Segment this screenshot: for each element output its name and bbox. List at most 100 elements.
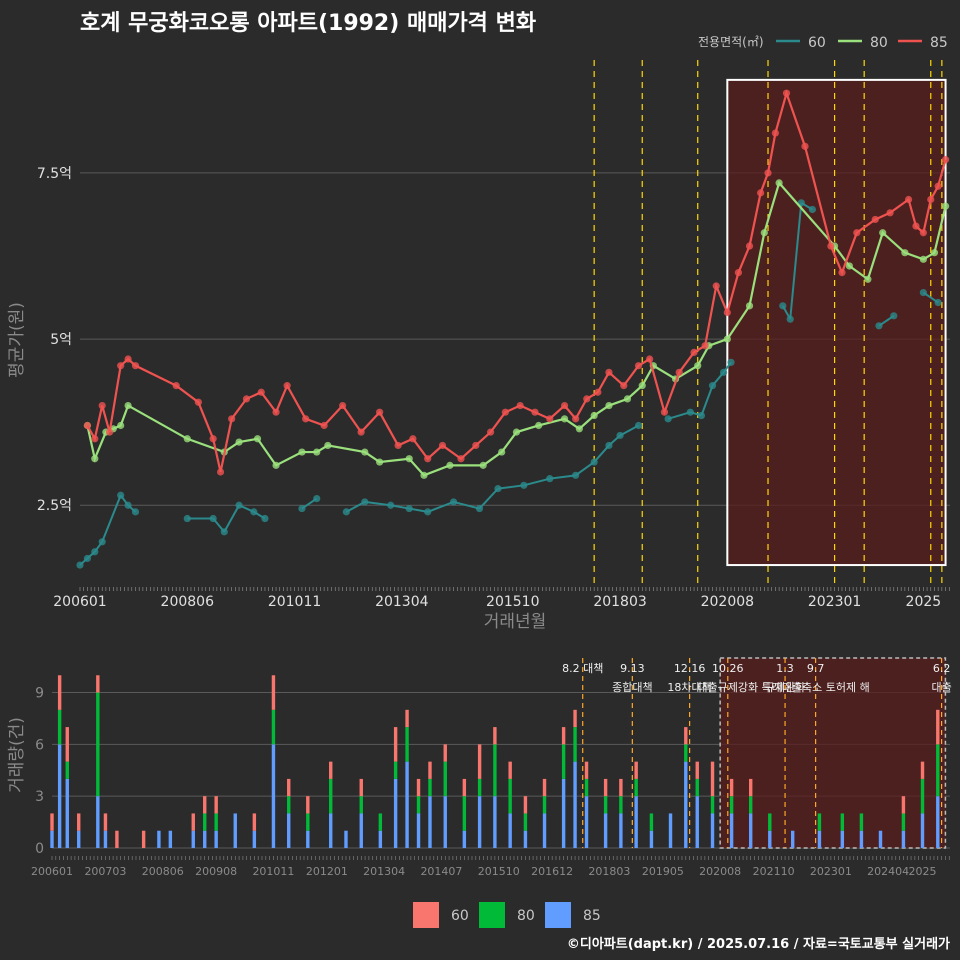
point-85 — [605, 368, 613, 376]
volume-bar-80 — [768, 813, 772, 831]
point-80 — [590, 411, 598, 420]
price-y-tick-label: 7.5억 — [37, 166, 72, 182]
point-80 — [775, 179, 783, 187]
point-85 — [320, 421, 328, 430]
point-80 — [91, 455, 99, 463]
price-y-ticks: 2.5억 5억 7.5억 — [37, 166, 72, 514]
volume-bar-85 — [157, 830, 161, 848]
price-x-tick-label: 200601 — [53, 594, 106, 610]
point-60 — [342, 508, 350, 516]
point-80 — [901, 249, 909, 257]
volume-x-tick-label: 201612 — [531, 865, 573, 878]
point-85 — [339, 401, 347, 410]
volume-bar-60 — [141, 830, 146, 848]
volume-bar-80 — [542, 796, 547, 814]
point-85 — [620, 382, 628, 390]
point-85 — [91, 435, 99, 443]
volume-bar-85 — [191, 830, 195, 848]
volume-legend-label-85: 85 — [583, 908, 601, 924]
point-85 — [853, 229, 861, 237]
point-85 — [757, 189, 765, 197]
volume-bar-60 — [584, 761, 589, 779]
point-85 — [283, 382, 291, 390]
point-60 — [261, 514, 269, 523]
price-y-tick-label: 5억 — [50, 332, 72, 348]
point-60 — [720, 368, 728, 376]
volume-x-tick-label: 202301 — [810, 865, 852, 878]
volume-bar-85 — [859, 830, 864, 848]
volume-bar-60 — [359, 778, 363, 797]
point-80 — [930, 249, 939, 257]
point-85 — [376, 408, 384, 416]
volume-bar-85 — [103, 830, 108, 848]
volume-bar-60 — [50, 813, 54, 831]
point-80 — [694, 362, 702, 370]
volume-x-tick-label: 201905 — [642, 865, 684, 878]
volume-bar-85 — [359, 813, 363, 848]
series-segment-60 — [101, 494, 122, 543]
volume-bar-85 — [584, 796, 589, 848]
price-x-tick-label: 200806 — [161, 594, 215, 610]
point-80 — [376, 458, 384, 466]
point-85 — [827, 242, 835, 250]
price-panel: 2.5억 5억 7.5억 200601 200806 201011 201304 20151… — [37, 60, 950, 610]
volume-y-tick-label: 9 — [35, 686, 44, 702]
volume-bar-85 — [271, 744, 276, 848]
event-label-date: 12.16 — [674, 662, 706, 675]
volume-bar-80 — [584, 778, 589, 797]
volume-bar-85 — [817, 830, 822, 848]
point-60 — [235, 501, 243, 509]
volume-bar-80 — [508, 778, 512, 814]
volume-bar-85 — [57, 744, 62, 848]
volume-bar-80 — [936, 744, 940, 797]
volume-y-tick-label: 3 — [35, 789, 44, 805]
point-60 — [808, 205, 816, 214]
volume-bar-60 — [103, 813, 108, 831]
volume-bar-60 — [561, 727, 566, 745]
point-60 — [405, 504, 413, 513]
point-60 — [546, 475, 554, 483]
point-85 — [912, 222, 920, 230]
volume-bar-60 — [428, 761, 432, 779]
volume-bar-80 — [573, 727, 577, 762]
event-label-date: 10.26 — [712, 662, 744, 675]
point-80 — [745, 302, 754, 310]
point-80 — [535, 421, 543, 430]
volume-bar-60 — [684, 727, 688, 745]
volume-bar-80 — [477, 778, 482, 797]
point-85 — [701, 342, 709, 350]
point-85 — [272, 408, 280, 416]
point-85 — [646, 355, 654, 363]
point-85 — [228, 415, 236, 423]
point-80 — [235, 438, 243, 446]
volume-bar-80 — [405, 727, 409, 762]
volume-bar-60 — [252, 813, 257, 831]
volume-bar-60 — [619, 778, 623, 797]
point-60 — [298, 504, 306, 513]
volume-x-tick-label: 201201 — [306, 865, 348, 878]
volume-bar-85 — [393, 778, 398, 848]
point-80 — [941, 202, 950, 210]
volume-bar-80 — [443, 761, 447, 797]
point-80 — [723, 335, 731, 343]
volume-bar-85 — [619, 813, 623, 848]
event-label-date: 8.2 대책 — [562, 662, 603, 675]
volume-bar-80 — [203, 813, 207, 831]
volume-legend-label-60: 60 — [451, 908, 469, 924]
point-60 — [131, 508, 140, 516]
volume-bar-80 — [840, 813, 845, 831]
volume-bar-60 — [306, 796, 310, 814]
series-segment-60 — [223, 504, 240, 533]
volume-bar-85 — [306, 830, 310, 848]
point-85 — [583, 395, 591, 403]
point-85 — [131, 362, 140, 370]
volume-bar-80 — [817, 813, 822, 831]
volume-x-tick-label: 201510 — [478, 865, 520, 878]
point-60 — [664, 415, 672, 423]
volume-bar-85 — [695, 796, 699, 848]
point-85 — [660, 408, 669, 416]
volume-bar-85 — [65, 778, 69, 848]
event-label-text: 대출규제강화 — [697, 681, 758, 694]
point-60 — [91, 548, 99, 556]
volume-bar-85 — [748, 813, 753, 848]
